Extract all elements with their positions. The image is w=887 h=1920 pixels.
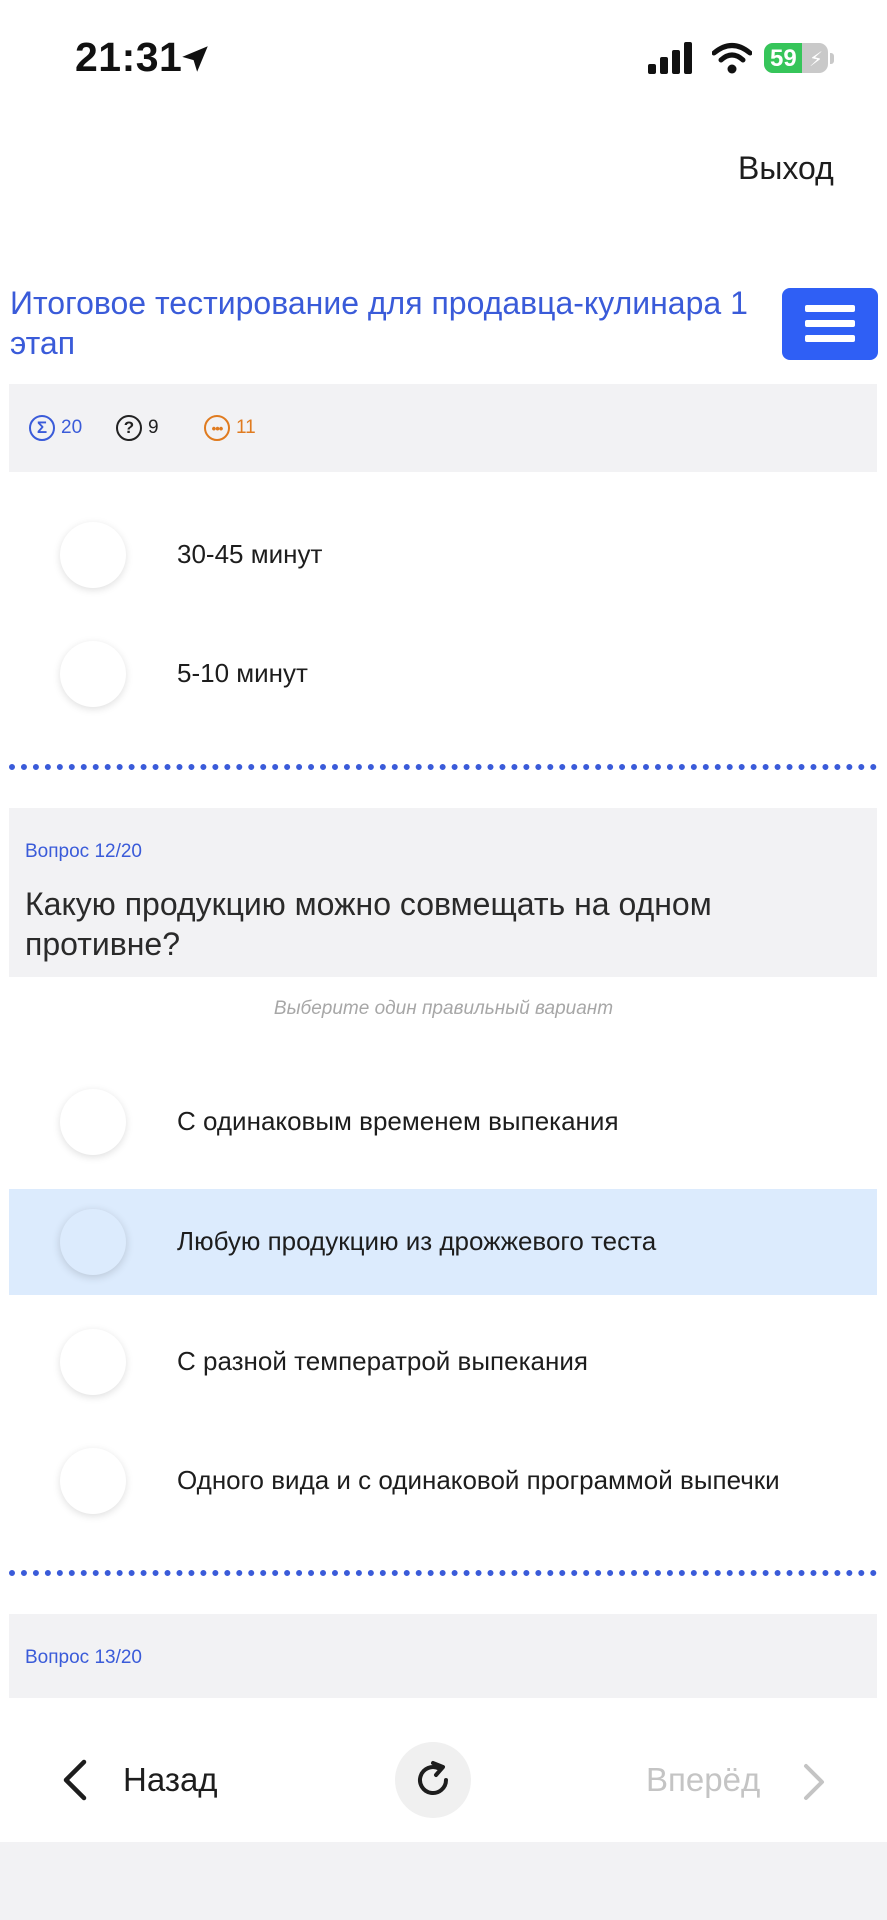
question-card: Вопрос 13/20 (9, 1614, 877, 1698)
radio-button[interactable] (60, 1089, 126, 1155)
option-label: 30-45 минут (177, 539, 323, 569)
option-label: С разной температрой выпекания (177, 1346, 588, 1376)
exit-button[interactable]: Выход (738, 150, 834, 187)
option-label: Любую продукцию из дрожжевого теста (177, 1226, 657, 1256)
answer-option[interactable]: С одинаковым временем выпекания (9, 1069, 877, 1175)
question-card: Вопрос 12/20 Какую продукцию можно совме… (9, 808, 877, 977)
battery-icon: 59 ⚡ (764, 43, 828, 73)
answer-option[interactable]: 5-10 минут (9, 621, 877, 727)
question-divider (9, 1570, 877, 1576)
battery-cap (830, 53, 834, 64)
option-label: Одного вида и с одинаковой программой вы… (177, 1465, 780, 1495)
reload-button[interactable] (395, 1742, 471, 1818)
stats-bar: Σ 20 ? 9 ••• 11 (9, 384, 877, 472)
radio-button[interactable] (60, 1209, 126, 1275)
sigma-icon: Σ (29, 415, 55, 441)
answer-option-selected[interactable]: Любую продукцию из дрожжевого теста (9, 1189, 877, 1295)
ellipsis-icon: ••• (204, 415, 230, 441)
stat-remaining-value: 11 (236, 417, 256, 438)
reload-icon (418, 1761, 448, 1796)
chevron-right-icon[interactable] (800, 1762, 826, 1802)
radio-button[interactable] (60, 641, 126, 707)
wifi-icon (712, 43, 752, 74)
menu-icon-bar (805, 305, 855, 312)
radio-button[interactable] (60, 1329, 126, 1395)
stat-total-value: 20 (61, 417, 83, 438)
page-title: Итоговое тестирование для продавца-кулин… (10, 285, 748, 361)
home-indicator-area (0, 1842, 887, 1920)
option-label: С одинаковым временем выпекания (177, 1106, 619, 1136)
charging-bolt-icon: ⚡ (808, 49, 823, 71)
answer-option[interactable]: С разной температрой выпекания (9, 1309, 877, 1415)
battery-percent: 59 (770, 45, 797, 72)
question-text: Какую продукцию можно совмещать на одном… (25, 886, 712, 962)
menu-icon-bar (805, 320, 855, 327)
stat-answered-value: 9 (148, 417, 159, 438)
stat-answered: ? 9 (116, 414, 159, 442)
question-number: Вопрос 12/20 (25, 841, 142, 862)
cellular-signal-icon (648, 42, 692, 74)
menu-button[interactable] (782, 288, 878, 360)
status-time: 21:31 (75, 34, 183, 80)
question-mark-icon: ? (116, 415, 142, 441)
location-arrow-icon (182, 46, 208, 72)
stat-remaining: ••• 11 (204, 414, 256, 442)
option-label: 5-10 минут (177, 658, 308, 688)
back-button[interactable]: Назад (123, 1761, 218, 1799)
radio-button[interactable] (60, 1448, 126, 1514)
menu-icon-bar (805, 335, 855, 342)
stat-total: Σ 20 (29, 414, 82, 442)
question-hint: Выберите один правильный вариант (273, 998, 614, 1019)
answer-option[interactable]: Одного вида и с одинаковой программой вы… (9, 1428, 877, 1534)
chevron-left-icon[interactable] (58, 1758, 92, 1802)
question-number: Вопрос 13/20 (25, 1647, 142, 1668)
next-button[interactable]: Вперёд (646, 1761, 760, 1799)
question-divider (9, 764, 877, 770)
answer-option[interactable]: 30-45 минут (9, 502, 877, 608)
radio-button[interactable] (60, 522, 126, 588)
